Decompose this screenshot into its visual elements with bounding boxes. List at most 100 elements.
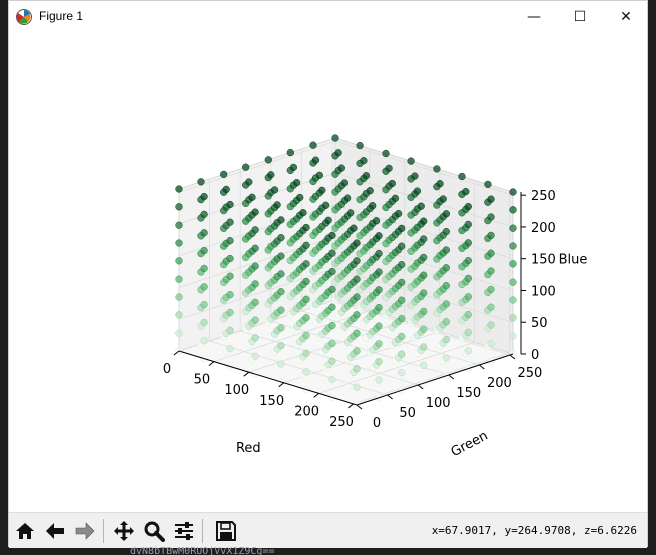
home-button[interactable]: [11, 517, 39, 545]
scatter-point: [464, 274, 472, 283]
matplotlib-icon: [16, 9, 32, 25]
scatter-point: [226, 200, 234, 209]
scatter-point: [175, 203, 183, 211]
y-tick-mark: [387, 394, 393, 400]
scatter-point: [200, 229, 208, 237]
scatter-point: [442, 318, 450, 326]
x-tick-label: 200: [294, 404, 319, 419]
scatter-point: [417, 202, 425, 210]
scatter-point: [353, 365, 361, 373]
forward-button[interactable]: [71, 517, 99, 545]
configure-subplots-button[interactable]: [170, 517, 198, 545]
x-tick-label: 50: [194, 373, 211, 388]
scatter-point: [353, 293, 361, 301]
scatter-point: [175, 221, 183, 229]
scatter-point: [175, 311, 183, 319]
scatter-point: [398, 350, 406, 358]
scatter-point: [251, 208, 259, 216]
minimize-button[interactable]: —: [511, 1, 557, 32]
scatter-point: [309, 141, 317, 149]
scatter-point: [436, 180, 444, 188]
x-tick-mark: [208, 361, 215, 366]
scatter-point: [420, 361, 428, 370]
scatter-point: [200, 210, 208, 219]
scatter-point: [375, 376, 383, 384]
close-button[interactable]: ✕: [603, 1, 649, 32]
scatter-point: [464, 256, 472, 265]
scatter-point: [350, 224, 358, 232]
scatter-point: [245, 178, 253, 186]
scatter-point: [375, 286, 383, 294]
scatter-point: [391, 194, 400, 202]
y-tick-label: 200: [487, 376, 512, 391]
scatter-point: [385, 164, 393, 172]
zoom-button[interactable]: [140, 517, 168, 545]
scatter-point: [175, 329, 183, 337]
scatter-point: [464, 202, 472, 211]
scatter-point: [251, 352, 259, 360]
scatter-point: [442, 281, 450, 290]
save-button[interactable]: [212, 517, 240, 545]
pan-button[interactable]: [110, 517, 138, 545]
scatter-point: [302, 223, 310, 232]
scatter-point: [302, 277, 310, 286]
x-tick-mark: [348, 403, 354, 409]
scatter-point: [277, 288, 285, 296]
close-icon: ✕: [620, 8, 632, 25]
scatter-point: [420, 343, 428, 351]
x-axis-label: Red: [236, 441, 261, 456]
scatter-point: [413, 187, 422, 195]
scatter-point: [175, 257, 183, 265]
maximize-button[interactable]: ☐: [557, 1, 603, 32]
scatter-point: [277, 270, 285, 278]
move-icon: [114, 521, 134, 541]
z-tick-label: 50: [531, 316, 548, 331]
scatter-point: [398, 368, 406, 377]
scatter-point: [302, 368, 310, 376]
title-bar[interactable]: Figure 1 — ☐ ✕: [9, 1, 647, 32]
scatter-point: [356, 141, 364, 150]
home-icon: [16, 523, 34, 539]
scatter-point: [439, 195, 447, 203]
z-tick-label: 150: [531, 253, 556, 268]
scatter-point: [398, 224, 406, 233]
scatter-point: [277, 234, 285, 242]
scatter-point: [464, 239, 472, 247]
scatter-point: [200, 283, 208, 291]
scatter-point: [509, 278, 517, 286]
scatter-point: [175, 293, 183, 301]
scatter-point: [175, 275, 183, 283]
scatter-point: [289, 163, 298, 172]
scatter-point: [509, 332, 517, 340]
scatter-point: [226, 326, 234, 334]
figure-canvas[interactable]: 0 50 100 150 200 250 0 50 100 150 200 250 0 50 100 150 2…: [9, 32, 647, 511]
scatter-point: [360, 157, 368, 165]
scatter-point: [411, 172, 419, 180]
scatter-point: [200, 246, 208, 255]
scatter-point: [299, 209, 307, 217]
scatter-point: [321, 201, 330, 209]
z-tick-label: 0: [531, 348, 539, 363]
floppy-icon: [216, 521, 236, 541]
scatter-point: [226, 272, 234, 280]
scatter-point: [487, 285, 495, 294]
scatter-point: [226, 218, 234, 226]
scatter-point: [328, 375, 336, 384]
x-tick-mark: [313, 392, 319, 398]
scatter-point: [226, 291, 234, 299]
scatter-point: [369, 202, 377, 210]
scatter-point: [328, 267, 336, 276]
scatter-point: [509, 224, 517, 232]
scatter-point: [226, 308, 234, 317]
scatter-point: [464, 328, 472, 337]
scatter-point: [264, 156, 272, 164]
scatter-point: [251, 244, 259, 252]
back-button[interactable]: [41, 517, 69, 545]
scatter-point: [420, 271, 428, 279]
scatter-point: [398, 278, 406, 287]
scatter-point: [200, 264, 208, 273]
scatter-point: [328, 285, 336, 294]
scatter-point: [420, 217, 428, 225]
y-tick-label: 250: [518, 366, 543, 381]
3d-scatter-plot[interactable]: 0 50 100 150 200 250 0 50 100 150 200 250 0 50 100 150 2…: [9, 32, 647, 511]
